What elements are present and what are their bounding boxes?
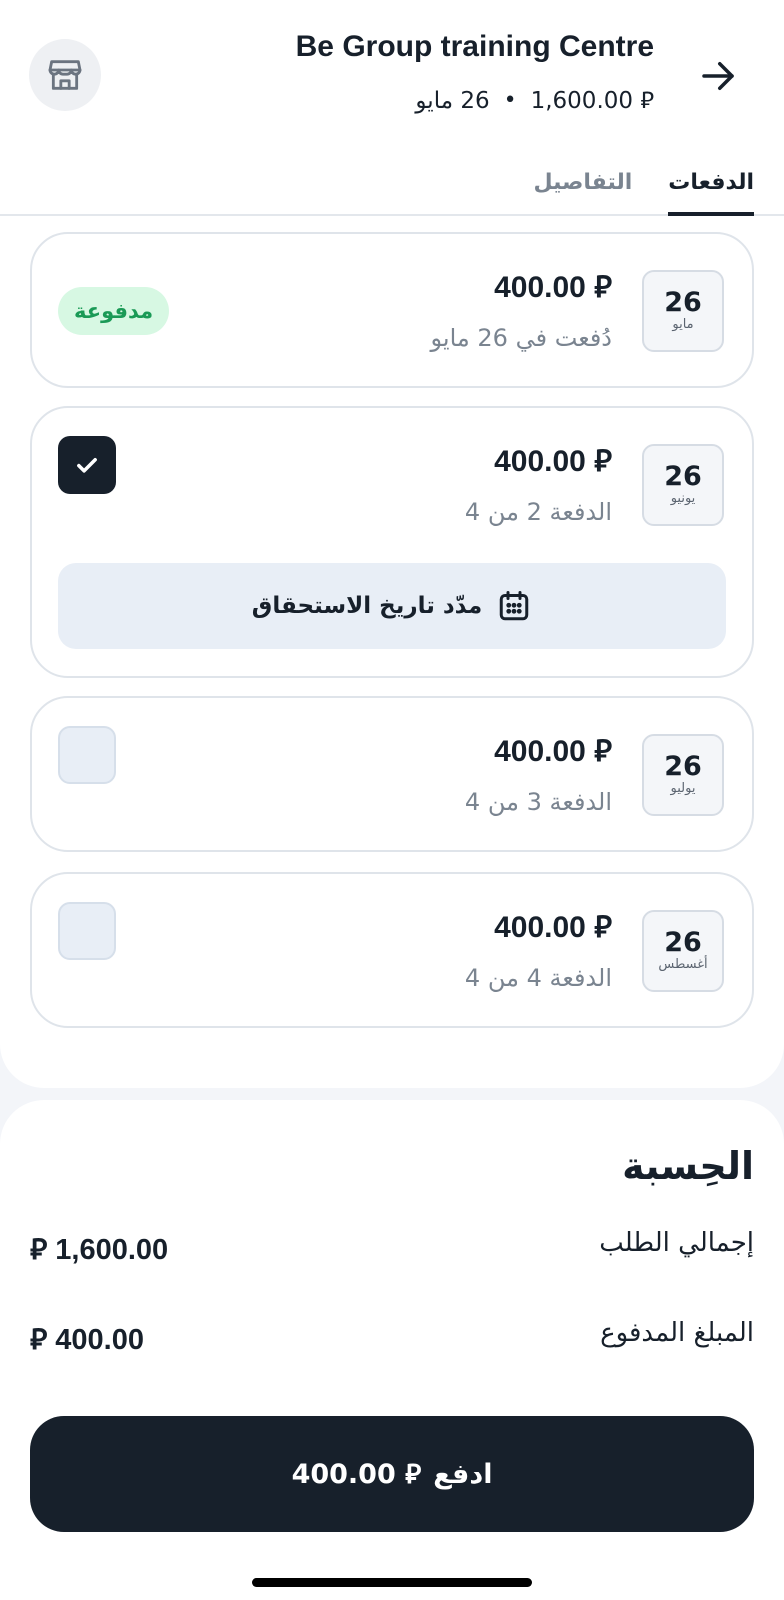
- order-total-label: إجمالي الطلب: [599, 1228, 754, 1258]
- pay-button[interactable]: ادفع ⃁ 400.00: [30, 1416, 754, 1532]
- extend-due-date-label: مدّد تاريخ الاستحقاق: [251, 593, 483, 619]
- installment-amount: ⃁ 400.00: [494, 445, 612, 478]
- date-box: 26 أغسطس: [642, 910, 724, 992]
- installment-checkbox[interactable]: [58, 902, 116, 960]
- check-icon: [77, 458, 97, 473]
- date-month: يوليو: [670, 781, 696, 796]
- installment-checkbox[interactable]: [58, 726, 116, 784]
- installment-card[interactable]: 26 أغسطس ⃁ 400.00 الدفعة 4 من 4: [30, 872, 754, 1028]
- paid-badge: مدفوعة: [58, 287, 170, 335]
- order-total: ⃁ 1,600.00: [530, 88, 654, 114]
- installment-card[interactable]: 26 يونيو ⃁ 400.00 الدفعة 2 من 4 مدّد تار…: [30, 406, 754, 678]
- merchant-name: Be Group training Centre: [295, 30, 654, 63]
- installment-subtext: الدفعة 4 من 4: [464, 964, 612, 992]
- arrow-right-icon: [702, 62, 734, 90]
- store-avatar[interactable]: [29, 39, 101, 111]
- installment-subtext: الدفعة 3 من 4: [464, 788, 612, 816]
- separator-dot: •: [503, 88, 517, 113]
- order-date: 26 مايو: [415, 87, 490, 114]
- installment-card[interactable]: 26 مايو ⃁ 400.00 دُفعت في 26 مايو مدفوعة: [30, 232, 754, 388]
- order-total-value: ⃁ 1,600.00: [30, 1234, 169, 1266]
- date-box: 26 مايو: [642, 270, 724, 352]
- date-month: مايو: [672, 317, 694, 332]
- payments-panel: Be Group training Centre ⃁ 1,600.00 • 26…: [0, 0, 784, 1088]
- store-icon: [48, 60, 82, 90]
- date-day: 26: [664, 461, 702, 492]
- bill-title: الحِسبة: [622, 1144, 754, 1188]
- installment-amount: ⃁ 400.00: [494, 735, 612, 768]
- date-month: يونيو: [670, 491, 696, 506]
- installment-subtext: الدفعة 2 من 4: [464, 498, 612, 526]
- date-day: 26: [664, 751, 702, 782]
- order-summary: ⃁ 1,600.00 • 26 مايو: [415, 86, 654, 115]
- calendar-icon: [499, 591, 529, 621]
- paid-amount-label: المبلغ المدفوع: [600, 1318, 754, 1348]
- date-day: 26: [664, 927, 702, 958]
- date-box: 26 يوليو: [642, 734, 724, 816]
- installment-amount: ⃁ 400.00: [494, 271, 612, 304]
- date-month: أغسطس: [658, 957, 708, 972]
- home-indicator[interactable]: [252, 1578, 532, 1587]
- installment-checkbox[interactable]: [58, 436, 116, 494]
- date-day: 26: [664, 287, 702, 318]
- back-button[interactable]: [692, 50, 744, 102]
- tab-bar: الدفعات التفاصيل: [0, 160, 784, 216]
- installment-amount: ⃁ 400.00: [494, 911, 612, 944]
- pay-button-label: ادفع: [433, 1458, 493, 1490]
- installment-card[interactable]: 26 يوليو ⃁ 400.00 الدفعة 3 من 4: [30, 696, 754, 852]
- installment-subtext: دُفعت في 26 مايو: [430, 324, 612, 352]
- bill-panel: الحِسبة إجمالي الطلب ⃁ 1,600.00 المبلغ ا…: [0, 1100, 784, 1600]
- tab-details[interactable]: التفاصيل: [534, 160, 633, 216]
- paid-amount-value: ⃁ 400.00: [30, 1324, 144, 1356]
- pay-button-amount: ⃁ 400.00: [291, 1459, 422, 1490]
- date-box: 26 يونيو: [642, 444, 724, 526]
- extend-due-date-button[interactable]: مدّد تاريخ الاستحقاق: [58, 563, 726, 649]
- tab-payments[interactable]: الدفعات: [668, 160, 754, 216]
